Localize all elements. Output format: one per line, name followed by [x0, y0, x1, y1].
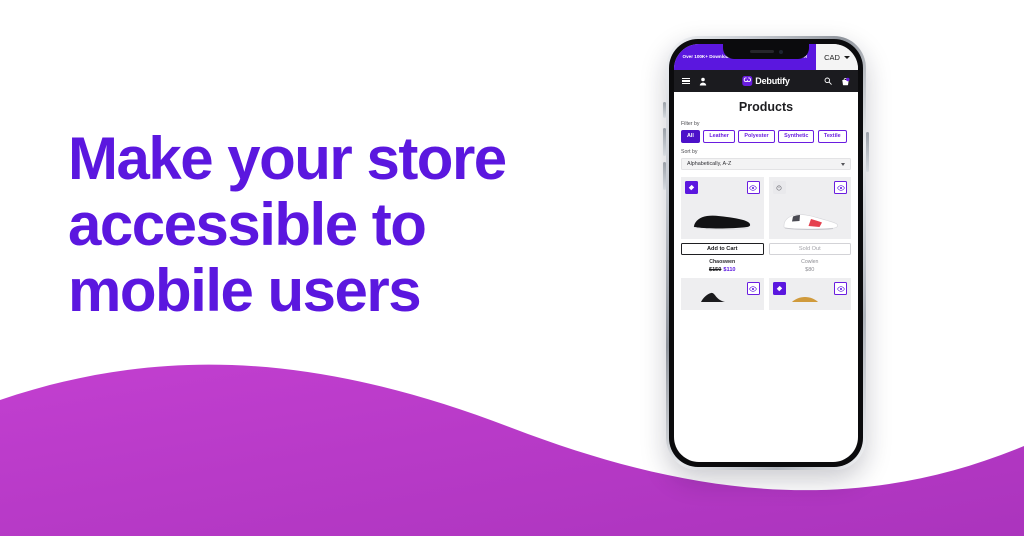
price-current: $110 — [723, 267, 736, 274]
debutify-mark-icon: Ѡ — [742, 76, 753, 86]
eye-icon — [836, 185, 845, 191]
phone-power-button — [866, 132, 869, 172]
product-card[interactable]: Add to Cart Chaoswen $150 $110 — [681, 177, 764, 273]
sold-out-button: Sold Out — [768, 243, 851, 256]
eye-icon — [836, 286, 845, 292]
quick-view-button[interactable] — [746, 282, 760, 296]
product-image[interactable] — [768, 278, 851, 311]
filter-pill-polyester[interactable]: Polyester — [738, 130, 775, 144]
search-icon[interactable] — [824, 77, 832, 85]
currency-selector[interactable]: CAD — [816, 44, 858, 70]
quick-view-button[interactable] — [834, 282, 847, 296]
filter-pill-leather[interactable]: Leather — [703, 130, 735, 144]
filter-pill-synthetic[interactable]: Synthetic — [778, 130, 815, 144]
product-card[interactable] — [768, 278, 851, 311]
phone-bezel: Over 100K+ Downloads - World's #1 Free S… — [669, 39, 863, 467]
currency-value: CAD — [824, 52, 840, 62]
price-current: $80 — [805, 267, 815, 274]
product-photo-loafer — [694, 215, 751, 231]
sort-by-select[interactable]: Alphabetically, A-Z — [681, 158, 851, 171]
product-image[interactable] — [681, 177, 764, 240]
navbar-left-group — [682, 77, 707, 86]
sale-tag-icon — [685, 181, 698, 195]
sort-by-label: Sort by — [681, 149, 698, 156]
quick-view-button[interactable] — [834, 181, 847, 195]
filter-by-label: Filter by — [681, 121, 700, 127]
add-to-cart-button[interactable]: Add to Cart — [681, 243, 764, 256]
phone-volume-up-button — [663, 128, 666, 156]
filter-pill-all[interactable]: All — [681, 130, 700, 144]
product-image[interactable] — [681, 278, 764, 311]
eye-icon — [749, 286, 757, 292]
product-photo-boot — [701, 293, 726, 303]
phone-screen: Over 100K+ Downloads - World's #1 Free S… — [674, 44, 858, 462]
hero-headline: Make your store accessible to mobile use… — [68, 126, 628, 324]
filter-pill-group: All Leather Polyester Synthetic Textile — [681, 130, 851, 144]
price-compare: $150 — [708, 267, 722, 274]
promo-banner: Make your store accessible to mobile use… — [0, 0, 1024, 536]
phone-mockup: Over 100K+ Downloads - World's #1 Free S… — [663, 36, 869, 470]
phone-notch — [723, 44, 809, 59]
product-image[interactable] — [768, 177, 851, 240]
brand-name: Debutify — [755, 76, 790, 86]
navbar-right-group — [824, 77, 850, 86]
decorative-wave — [0, 364, 1024, 536]
product-card[interactable] — [681, 278, 764, 311]
phone-volume-down-button — [663, 162, 666, 190]
front-camera-icon — [778, 49, 783, 54]
quick-view-button[interactable] — [746, 181, 760, 195]
site-navbar: Ѡ Debutify — [674, 70, 858, 92]
sale-tag-icon — [772, 282, 786, 296]
product-grid: Add to Cart Chaoswen $150 $110 Sold Out … — [681, 177, 852, 311]
product-photo-sandal — [791, 297, 818, 303]
product-price: $150 $110 — [681, 267, 764, 273]
chevron-down-icon — [841, 162, 845, 166]
cart-icon[interactable] — [841, 77, 850, 86]
product-card[interactable]: Sold Out Cowlen $80 — [768, 177, 852, 273]
filter-pill-textile[interactable]: Textile — [817, 130, 847, 144]
page-title: Products — [738, 100, 794, 114]
headline-line-2: accessible to — [68, 191, 427, 258]
product-name: Cowlen — [801, 259, 819, 266]
product-name: Chaoswen — [709, 259, 736, 266]
products-page: Products Filter by All Leather Polyester… — [674, 92, 858, 311]
eye-icon — [749, 185, 757, 191]
sold-out-icon — [772, 181, 786, 195]
brand-logo[interactable]: Ѡ Debutify — [742, 76, 790, 86]
hamburger-icon[interactable] — [682, 77, 690, 85]
sort-by-value: Alphabetically, A-Z — [687, 161, 732, 168]
product-price: $80 — [769, 267, 852, 273]
headline-line-3: mobile users — [68, 257, 422, 324]
headline-line-1: Make your store — [68, 125, 507, 192]
user-icon[interactable] — [699, 77, 707, 86]
product-photo-sneaker — [783, 214, 838, 231]
phone-mute-switch — [663, 102, 666, 118]
earpiece-speaker-icon — [749, 50, 774, 53]
chevron-down-icon — [843, 55, 850, 59]
